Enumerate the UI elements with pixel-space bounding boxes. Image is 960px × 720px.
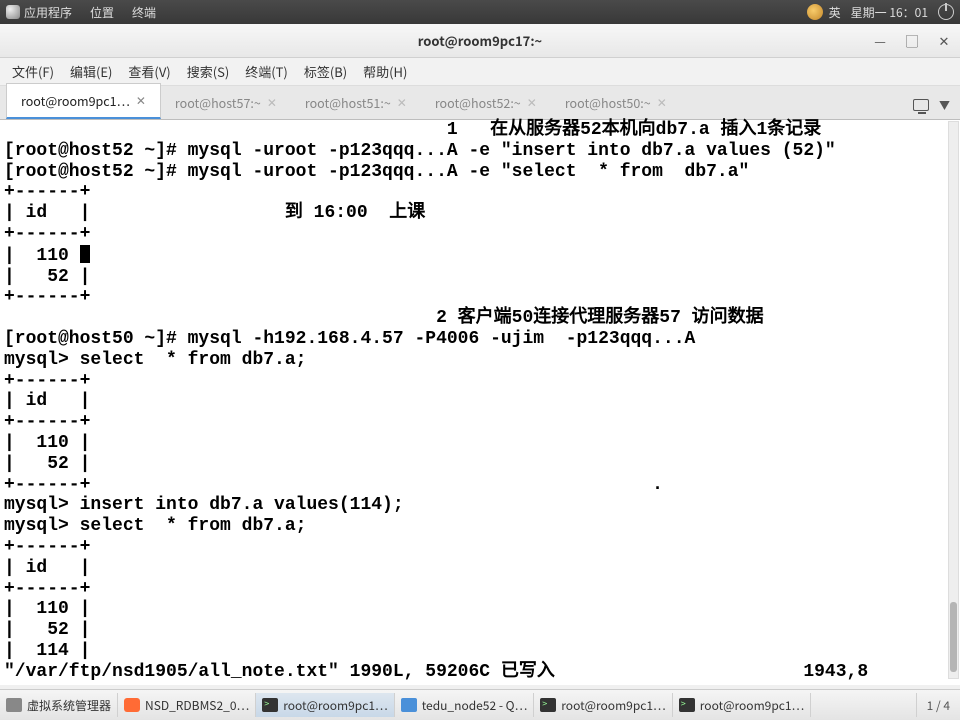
gnome-taskbar: 虚拟系统管理器 NSD_RDBMS2_0… root@room9pc1… ted… — [0, 689, 960, 720]
menu-view[interactable]: 查看(V) — [120, 59, 178, 84]
tab-host52[interactable]: root@host52:~ ✕ — [421, 86, 551, 119]
workspace-indicator[interactable]: 1 / 4 — [916, 693, 960, 717]
close-icon[interactable]: ✕ — [267, 94, 277, 111]
menu-tabs[interactable]: 标签(B) — [296, 59, 355, 84]
task-label: NSD_RDBMS2_0… — [145, 697, 249, 714]
close-button[interactable]: ✕ — [934, 30, 954, 50]
menubar: 文件(F) 编辑(E) 查看(V) 搜索(S) 终端(T) 标签(B) 帮助(H… — [0, 58, 960, 86]
applications-menu[interactable]: 应用程序 — [24, 4, 72, 21]
task-terminal1[interactable]: root@room9pc1… — [256, 693, 395, 717]
task-label: root@room9pc1… — [283, 697, 388, 714]
cursor — [80, 245, 90, 263]
tab-label: root@host57:~ — [175, 93, 261, 112]
tab-room9pc1[interactable]: root@room9pc1… ✕ — [6, 83, 161, 119]
close-icon[interactable]: ✕ — [136, 92, 146, 109]
gnome-top-panel: 应用程序 位置 终端 英 星期一 16：01 — [0, 0, 960, 24]
tab-host51[interactable]: root@host51:~ ✕ — [291, 86, 421, 119]
tab-label: root@host52:~ — [435, 93, 521, 112]
tab-host50[interactable]: root@host50:~ ✕ — [551, 86, 681, 119]
scrollbar-thumb[interactable] — [950, 602, 957, 672]
scrollbar[interactable] — [948, 121, 959, 679]
task-terminal2[interactable]: root@room9pc1… — [534, 693, 673, 717]
sogou-icon[interactable] — [807, 4, 823, 20]
power-icon[interactable] — [938, 4, 954, 20]
close-icon[interactable]: ✕ — [397, 94, 407, 111]
close-icon[interactable]: ✕ — [527, 94, 537, 111]
window-titlebar: root@room9pc17:~ — ▢ ✕ — [0, 24, 960, 58]
task-terminal3[interactable]: root@room9pc1… — [673, 693, 812, 717]
task-vmmanager[interactable]: 虚拟系统管理器 — [0, 693, 118, 717]
menu-edit[interactable]: 编辑(E) — [62, 59, 120, 84]
task-label: root@room9pc1… — [700, 697, 805, 714]
terminal-tabbar: root@room9pc1… ✕ root@host57:~ ✕ root@host… — [0, 86, 960, 120]
tab-label: root@host50:~ — [565, 93, 651, 112]
task-label: 虚拟系统管理器 — [27, 697, 111, 714]
terminal-menu[interactable]: 终端 — [132, 4, 156, 21]
terminal-icon — [540, 698, 556, 712]
close-icon[interactable]: ✕ — [657, 94, 667, 111]
vm-icon — [6, 698, 22, 712]
task-label: root@room9pc1… — [561, 697, 666, 714]
display-icon[interactable] — [913, 99, 929, 111]
tab-label: root@host51:~ — [305, 93, 391, 112]
ime-indicator[interactable]: 英 — [829, 4, 841, 21]
terminal-icon — [679, 698, 695, 712]
places-menu[interactable]: 位置 — [90, 4, 114, 21]
menu-terminal[interactable]: 终端(T) — [237, 59, 296, 84]
wps-icon — [124, 698, 140, 712]
menu-search[interactable]: 搜索(S) — [179, 59, 238, 84]
chevron-down-icon[interactable]: ▼ — [939, 97, 950, 113]
task-label: tedu_node52 - Q… — [422, 697, 528, 714]
minimize-button[interactable]: — — [870, 30, 890, 50]
clock[interactable]: 星期一 16：01 — [851, 4, 928, 21]
terminal-viewport[interactable]: 1 在从服务器52本机向db7.a 插入1条记录 [root@host52 ~]… — [0, 120, 960, 685]
window-title: root@room9pc17:~ — [418, 31, 542, 50]
tab-label: root@room9pc1… — [21, 91, 130, 110]
maximize-button[interactable]: ▢ — [902, 30, 922, 50]
menu-help[interactable]: 帮助(H) — [355, 59, 415, 84]
terminal-content: 1 在从服务器52本机向db7.a 插入1条记录 [root@host52 ~]… — [0, 120, 960, 683]
menu-file[interactable]: 文件(F) — [4, 59, 62, 84]
tab-host57[interactable]: root@host57:~ ✕ — [161, 86, 291, 119]
applications-icon[interactable] — [6, 5, 20, 19]
qemu-icon — [401, 698, 417, 712]
terminal-icon — [262, 698, 278, 712]
task-wps[interactable]: NSD_RDBMS2_0… — [118, 693, 256, 717]
task-qemu[interactable]: tedu_node52 - Q… — [395, 693, 535, 717]
